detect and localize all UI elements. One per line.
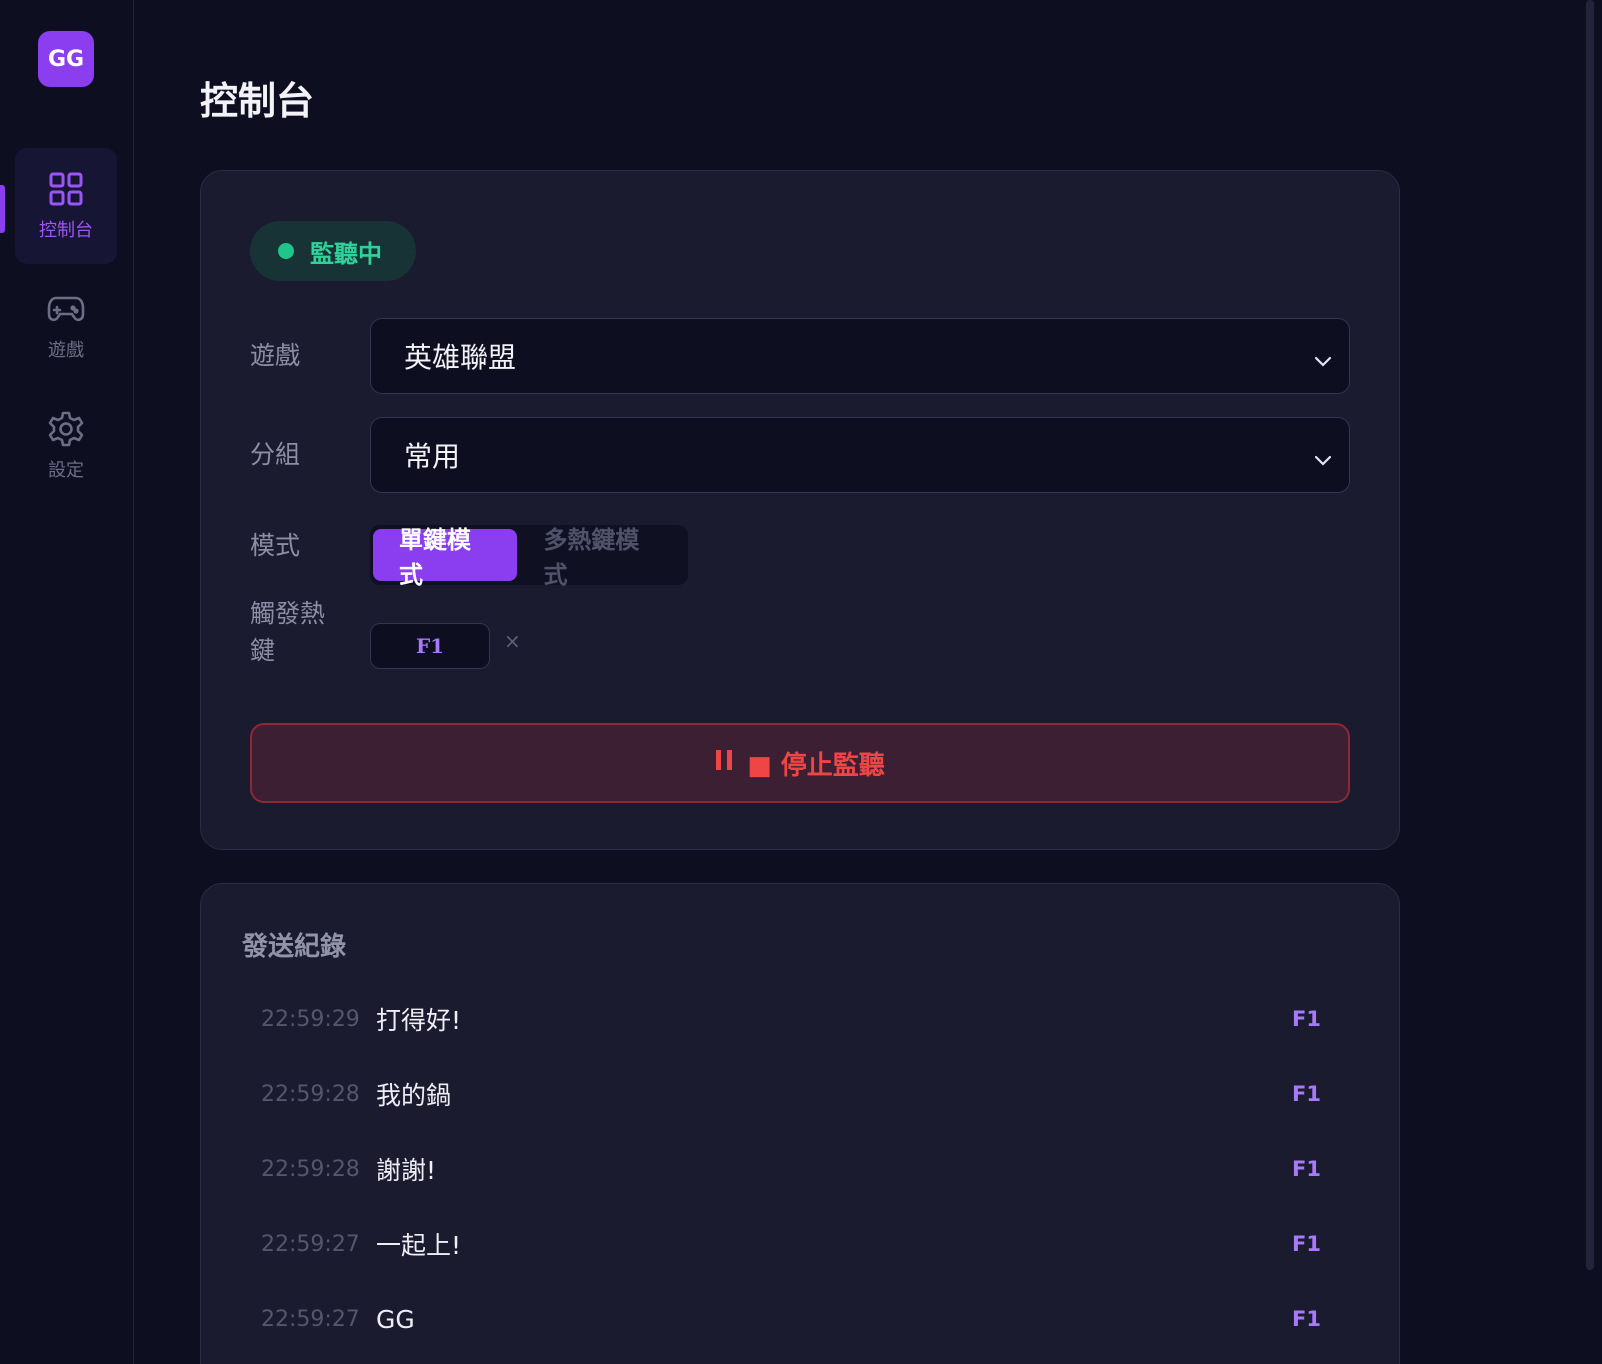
stop-listening-button[interactable]: ■ 停止監聽 — [250, 723, 1350, 803]
game-select-value: 英雄聯盟 — [404, 341, 517, 374]
multi-hotkey-mode-button[interactable]: 多熱鍵模式 — [517, 526, 685, 589]
log-title: 發送紀錄 — [242, 932, 347, 962]
sidebar-item-settings[interactable]: 設定 — [15, 388, 117, 504]
group-label: 分組 — [250, 440, 301, 469]
status-dot-icon — [278, 243, 294, 259]
log-time: 22:59:28 — [261, 1156, 360, 1182]
log-message: 謝謝! — [376, 1156, 437, 1185]
app-logo: GG — [38, 31, 94, 87]
gamepad-icon — [47, 290, 85, 328]
stop-button-label: ■ 停止監聽 — [747, 750, 885, 781]
log-entry: 22:59:27 一起上! F1 — [261, 1219, 1321, 1269]
app-window: GG 控制台 遊戲 設定 控制台 監聽中 遊戲 英雄聯盟 分組 常用 模式 單鍵… — [0, 0, 1602, 1364]
gear-icon — [47, 410, 85, 448]
hotkey-label: 觸發熱鍵 — [250, 599, 326, 665]
main-content: 控制台 監聽中 遊戲 英雄聯盟 分組 常用 模式 單鍵模式 多熱鍵模式 觸發熱鍵… — [134, 0, 1602, 1364]
trigger-hotkey-input[interactable]: F1 — [370, 623, 490, 669]
send-log-card: 發送紀錄 22:59:29 打得好! F1 22:59:28 我的鍋 F1 22… — [200, 883, 1400, 1364]
chevron-down-icon — [1313, 444, 1333, 477]
remove-hotkey-button[interactable]: × — [504, 629, 521, 653]
active-nav-indicator — [0, 185, 5, 233]
vertical-scrollbar[interactable] — [1586, 0, 1594, 1270]
sidebar: GG 控制台 遊戲 設定 — [0, 0, 134, 1364]
log-time: 22:59:29 — [261, 1006, 360, 1032]
dashboard-grid-icon — [47, 170, 85, 208]
log-entry: 22:59:28 謝謝! F1 — [261, 1144, 1321, 1194]
log-message: GG — [376, 1304, 415, 1334]
log-message: 我的鍋 — [376, 1081, 452, 1110]
page-title: 控制台 — [200, 79, 315, 123]
log-hotkey: F1 — [1292, 1232, 1321, 1256]
log-hotkey: F1 — [1292, 1007, 1321, 1031]
sidebar-item-games[interactable]: 遊戲 — [15, 268, 117, 384]
sidebar-item-label: 控制台 — [39, 220, 93, 241]
listening-status-badge: 監聽中 — [250, 221, 416, 281]
log-hotkey: F1 — [1292, 1157, 1321, 1181]
game-select[interactable]: 英雄聯盟 — [370, 318, 1350, 394]
group-select-value: 常用 — [404, 440, 461, 473]
group-select[interactable]: 常用 — [370, 417, 1350, 493]
mode-toggle-group: 單鍵模式 多熱鍵模式 — [370, 525, 688, 589]
sidebar-item-label: 設定 — [48, 460, 84, 481]
game-label: 遊戲 — [250, 341, 301, 370]
mode-label: 模式 — [250, 531, 301, 560]
log-time: 22:59:28 — [261, 1081, 360, 1107]
log-entry: 22:59:28 我的鍋 F1 — [261, 1069, 1321, 1119]
log-entry: 22:59:29 打得好! F1 — [261, 994, 1321, 1044]
log-hotkey: F1 — [1292, 1307, 1321, 1331]
single-key-mode-button[interactable]: 單鍵模式 — [373, 526, 518, 589]
chevron-down-icon — [1313, 345, 1333, 378]
status-text: 監聽中 — [310, 239, 382, 268]
control-panel-card: 監聽中 遊戲 英雄聯盟 分組 常用 模式 單鍵模式 多熱鍵模式 觸發熱鍵 F1 … — [200, 170, 1400, 850]
log-entry: 22:59:27 GG F1 — [261, 1294, 1321, 1344]
log-message: 一起上! — [376, 1231, 462, 1260]
sidebar-item-label: 遊戲 — [48, 340, 84, 361]
log-hotkey: F1 — [1292, 1082, 1321, 1106]
pause-icon — [715, 748, 733, 778]
log-message: 打得好! — [376, 1006, 462, 1035]
log-time: 22:59:27 — [261, 1306, 360, 1332]
log-time: 22:59:27 — [261, 1231, 360, 1257]
sidebar-item-dashboard[interactable]: 控制台 — [15, 148, 117, 264]
